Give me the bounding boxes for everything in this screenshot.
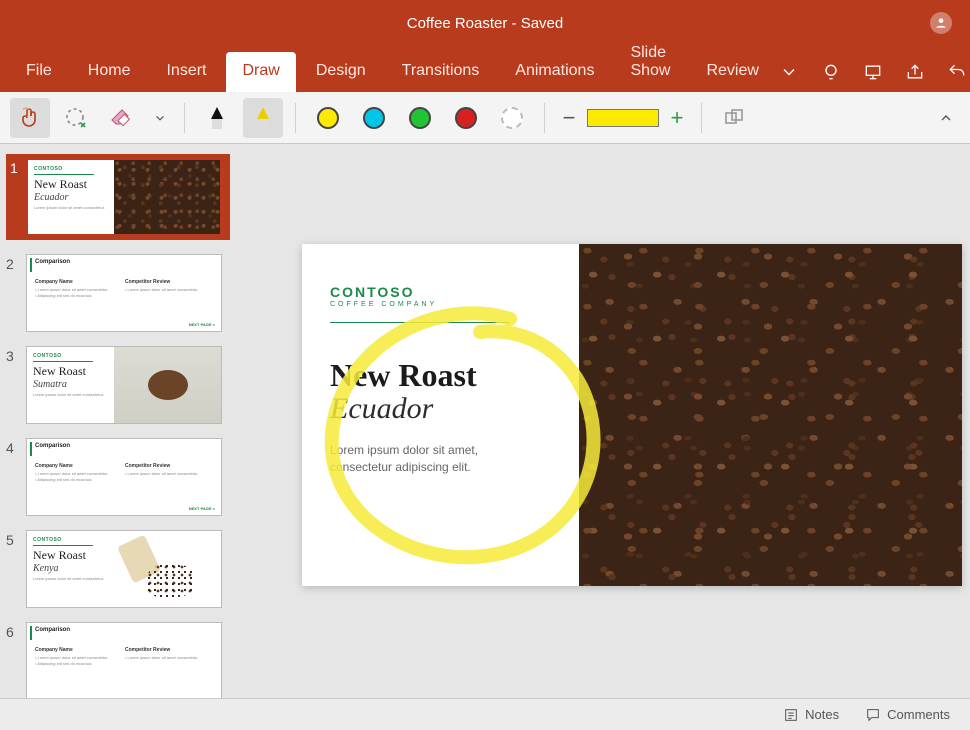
tab-design[interactable]: Design bbox=[300, 52, 382, 92]
share-icon[interactable] bbox=[905, 62, 925, 82]
tab-transitions[interactable]: Transitions bbox=[386, 52, 496, 92]
slide-subtitle: Ecuador bbox=[330, 392, 551, 426]
divider-line bbox=[330, 322, 510, 323]
brand-subtitle: COFFEE COMPANY bbox=[330, 301, 551, 308]
eraser-button[interactable] bbox=[102, 98, 142, 138]
slide-number: 3 bbox=[6, 346, 26, 364]
highlighter-yellow-button[interactable] bbox=[243, 98, 283, 138]
eraser-dropdown-chevron-icon[interactable] bbox=[148, 98, 172, 138]
document-title: Coffee Roaster - Saved bbox=[407, 15, 563, 32]
ribbon-tabs: File Home Insert Draw Design Transitions… bbox=[0, 46, 970, 92]
account-avatar[interactable] bbox=[930, 12, 952, 34]
brand-name: CONTOSO bbox=[330, 284, 551, 300]
tab-draw[interactable]: Draw bbox=[226, 52, 295, 92]
slide-body-text: Lorem ipsum dolor sit amet, consectetur … bbox=[330, 442, 510, 476]
slide-number: 2 bbox=[6, 254, 26, 272]
notes-label: Notes bbox=[805, 707, 839, 722]
tab-animations[interactable]: Animations bbox=[499, 52, 610, 92]
slide-thumbnail[interactable]: 3 CONTOSO New Roast Sumatra Lorem ipsum … bbox=[6, 346, 230, 424]
draw-touch-button[interactable] bbox=[10, 98, 50, 138]
slide-image-coffee-beans bbox=[579, 244, 962, 586]
pen-black-button[interactable] bbox=[197, 98, 237, 138]
titlebar: Coffee Roaster - Saved File Home Insert … bbox=[0, 0, 970, 92]
slide-thumbnail[interactable]: 5 CONTOSO New Roast Kenya Lorem ipsum do… bbox=[6, 530, 230, 608]
slide-thumbnail[interactable]: 2 Comparison Company Name• Lorem ipsum d… bbox=[6, 254, 230, 332]
tab-insert[interactable]: Insert bbox=[150, 52, 222, 92]
color-cyan-button[interactable] bbox=[354, 98, 394, 138]
draw-ribbon: − + bbox=[0, 92, 970, 144]
color-yellow-button[interactable] bbox=[308, 98, 348, 138]
more-tabs-chevron-icon[interactable] bbox=[779, 62, 799, 82]
thickness-increase-button[interactable]: + bbox=[665, 105, 689, 131]
slide-number: 5 bbox=[6, 530, 26, 548]
slide-number: 1 bbox=[6, 158, 26, 176]
color-more-button[interactable] bbox=[492, 98, 532, 138]
collapse-ribbon-chevron-icon[interactable] bbox=[932, 104, 960, 132]
lasso-select-button[interactable] bbox=[56, 98, 96, 138]
current-slide[interactable]: CONTOSO COFFEE COMPANY New Roast Ecuador… bbox=[302, 244, 962, 586]
thickness-preview bbox=[587, 109, 659, 127]
slide-number: 6 bbox=[6, 622, 26, 640]
slide-thumbnail-panel[interactable]: 1 CONTOSO New Roast Ecuador Lorem ipsum … bbox=[0, 144, 236, 698]
slide-thumbnail[interactable]: 4 Comparison Company Name• Lorem ipsum d… bbox=[6, 438, 230, 516]
color-red-button[interactable] bbox=[446, 98, 486, 138]
tab-home[interactable]: Home bbox=[72, 52, 147, 92]
slide-number: 4 bbox=[6, 438, 26, 456]
status-bar: Notes Comments bbox=[0, 698, 970, 730]
tab-slideshow[interactable]: Slide Show bbox=[614, 34, 686, 92]
present-icon[interactable] bbox=[863, 62, 883, 82]
notes-button[interactable]: Notes bbox=[783, 707, 839, 723]
tab-file[interactable]: File bbox=[10, 52, 68, 92]
slide-canvas[interactable]: CONTOSO COFFEE COMPANY New Roast Ecuador… bbox=[236, 144, 970, 698]
ribbon-divider bbox=[544, 103, 545, 133]
ink-to-shape-button[interactable] bbox=[714, 98, 754, 138]
thickness-decrease-button[interactable]: − bbox=[557, 105, 581, 131]
slide-title: New Roast bbox=[330, 357, 551, 394]
ribbon-divider bbox=[184, 103, 185, 133]
ribbon-divider bbox=[295, 103, 296, 133]
color-green-button[interactable] bbox=[400, 98, 440, 138]
workspace: 1 CONTOSO New Roast Ecuador Lorem ipsum … bbox=[0, 144, 970, 698]
comments-label: Comments bbox=[887, 707, 950, 722]
slide-thumbnail[interactable]: 6 Comparison Company Name• Lorem ipsum d… bbox=[6, 622, 230, 698]
undo-icon[interactable] bbox=[947, 62, 967, 82]
tell-me-lightbulb-icon[interactable] bbox=[821, 62, 841, 82]
comments-button[interactable]: Comments bbox=[865, 707, 950, 723]
ribbon-divider bbox=[701, 103, 702, 133]
tab-review[interactable]: Review bbox=[690, 52, 774, 92]
slide-thumbnail[interactable]: 1 CONTOSO New Roast Ecuador Lorem ipsum … bbox=[6, 154, 230, 240]
